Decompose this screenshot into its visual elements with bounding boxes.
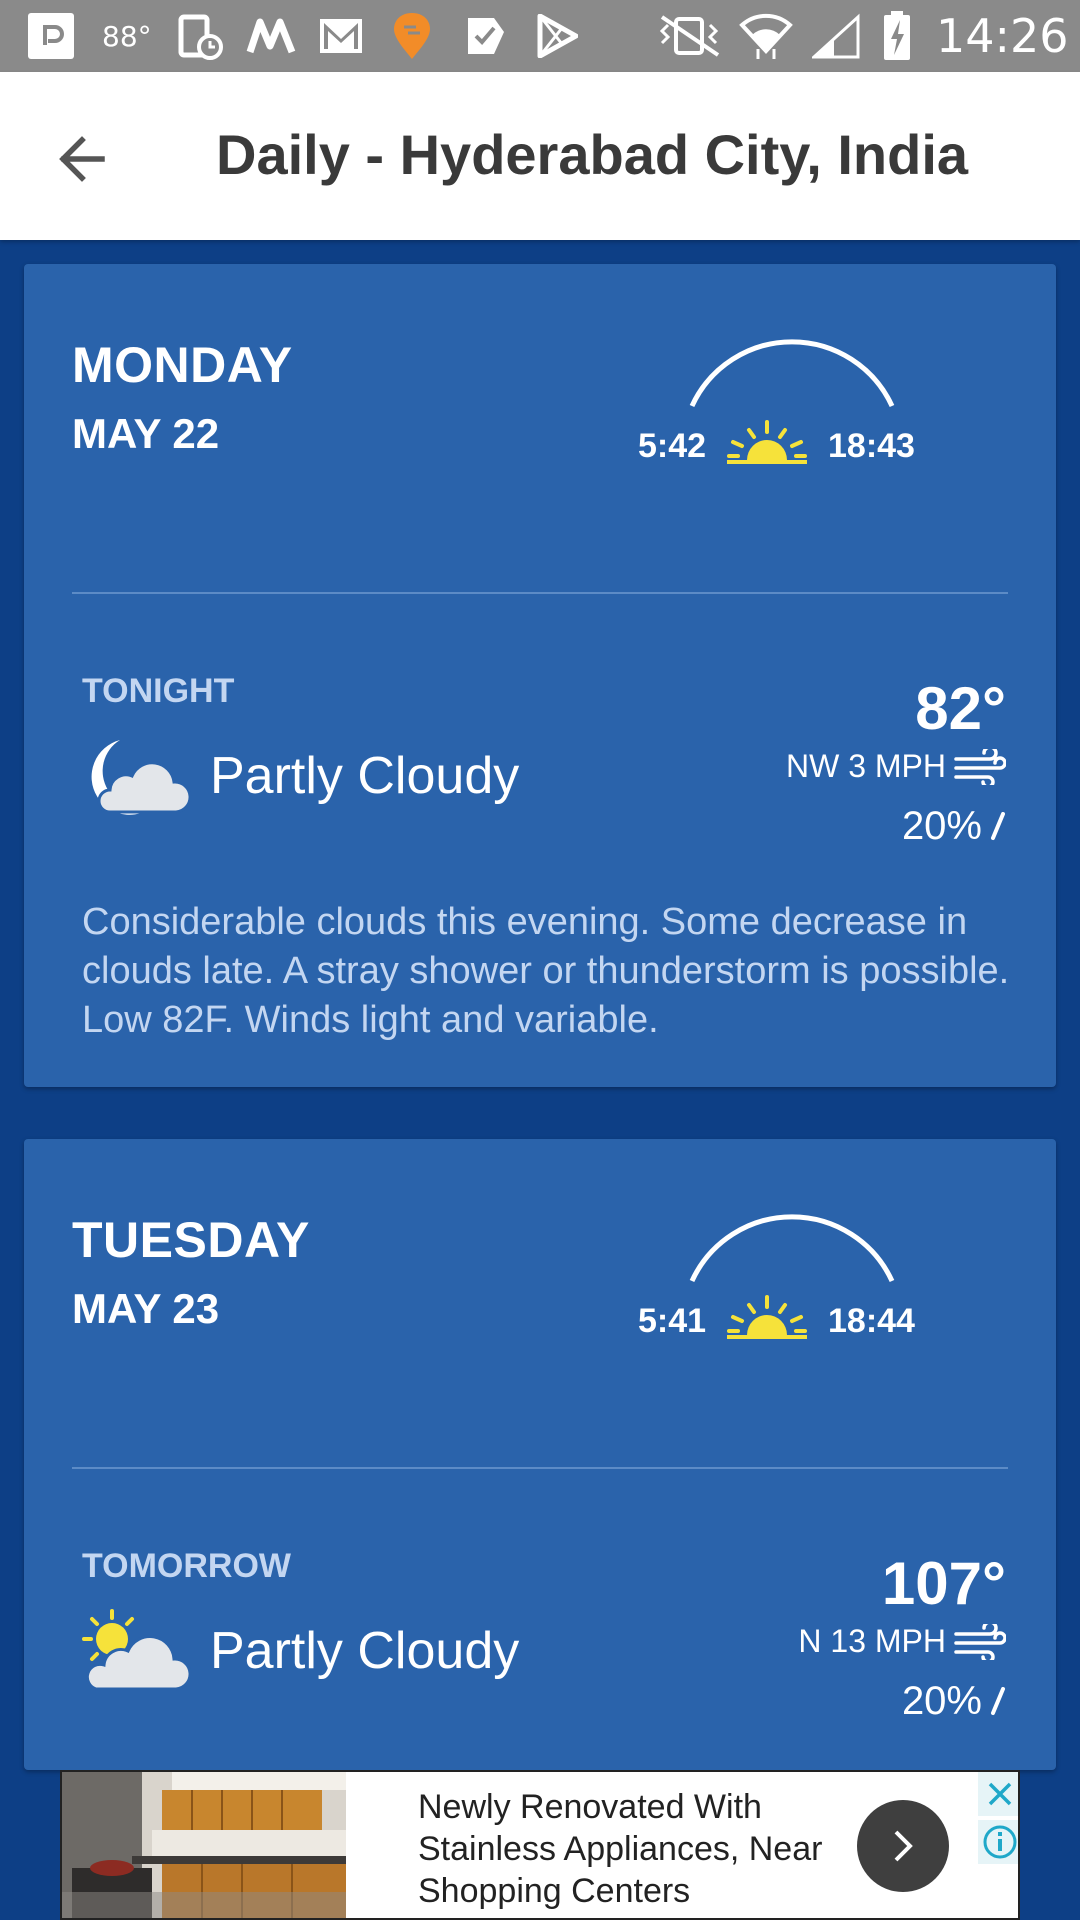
period-label: TOMORROW [82,1547,292,1585]
vibrate-icon [654,0,724,72]
divider [72,592,1008,594]
day-name: TUESDAY [72,1212,310,1268]
kitchen-photo[interactable] [62,1772,346,1920]
sunrise-time: 5:42 [638,427,707,465]
back-button[interactable] [50,124,120,194]
wind-info: N 13 MPH [798,1623,1006,1660]
divider [72,1467,1008,1469]
battery-charging-icon [882,0,912,72]
ad-banner[interactable]: Newly Renovated With Stainless Appliance… [60,1770,1020,1920]
wind-icon [954,1623,1006,1660]
wind-text: N 13 MPH [798,1623,946,1659]
precip-text: 20% [901,1679,982,1723]
tasks-check-icon [464,0,510,72]
temperature: 107° [881,1550,1006,1617]
sunrise-time: 5:41 [638,1302,707,1340]
day-date: MAY 22 [72,410,220,457]
temperature: 82° [915,675,1006,742]
day-date: MAY 23 [72,1285,220,1332]
sun-icon [727,420,807,464]
signal-icon [812,0,862,72]
condition-text: Partly Cloudy [210,1622,520,1680]
screen-timer-icon [178,0,224,72]
raindrop-icon [991,811,1005,840]
close-icon [988,1782,1012,1806]
wind-icon [954,748,1006,785]
status-temperature: 88° [102,19,152,53]
forecast-description: Considerable clouds this evening. Some d… [82,901,1010,1041]
info-icon [983,1825,1017,1859]
status-bar: 88° 14:26 [0,0,1080,72]
ad-text[interactable]: Newly Renovated With Stainless Appliance… [418,1786,838,1912]
notification-square-icon [28,0,74,72]
gmail-icon [318,0,364,72]
chevron-right-icon [894,1830,913,1862]
swiggy-icon [392,0,432,72]
moon-cloud-icon [91,740,192,815]
day-name: MONDAY [72,337,293,393]
ad-close-button[interactable] [978,1772,1018,1816]
day-card-tuesday[interactable]: TUESDAY MAY 23 5:41 18:44 TOMORROW Partl [24,1139,1056,1770]
condition-text: Partly Cloudy [210,747,520,805]
wind-text: NW 3 MPH [786,748,946,784]
day-card-monday[interactable]: MONDAY MAY 22 5:42 18:43 TONIGHT Partly … [24,264,1056,1087]
sunset-time: 18:44 [828,1302,915,1340]
precip-info: 20% [902,1679,1006,1724]
sun-arc-icon [689,1214,895,1283]
ad-open-button[interactable] [857,1800,949,1892]
wind-info: NW 3 MPH [786,748,1006,785]
status-time: 14:26 [936,9,1069,63]
raindrop-icon [991,1686,1005,1715]
play-store-icon [536,0,578,72]
page-title: Daily - Hyderabad City, India [216,123,969,186]
arrow-left-icon [59,136,105,182]
wifi-icon [738,0,794,72]
precip-info: 20% [902,804,1006,849]
sun-icon [727,1295,807,1339]
sun-arc-icon [689,339,895,408]
precip-text: 20% [901,804,982,848]
m-app-icon [246,0,296,72]
sunset-time: 18:43 [828,427,915,465]
period-label: TONIGHT [82,672,235,710]
ad-info-button[interactable] [978,1820,1018,1864]
sun-cloud-icon [82,1609,192,1691]
app-bar: Daily - Hyderabad City, India [0,72,1080,240]
